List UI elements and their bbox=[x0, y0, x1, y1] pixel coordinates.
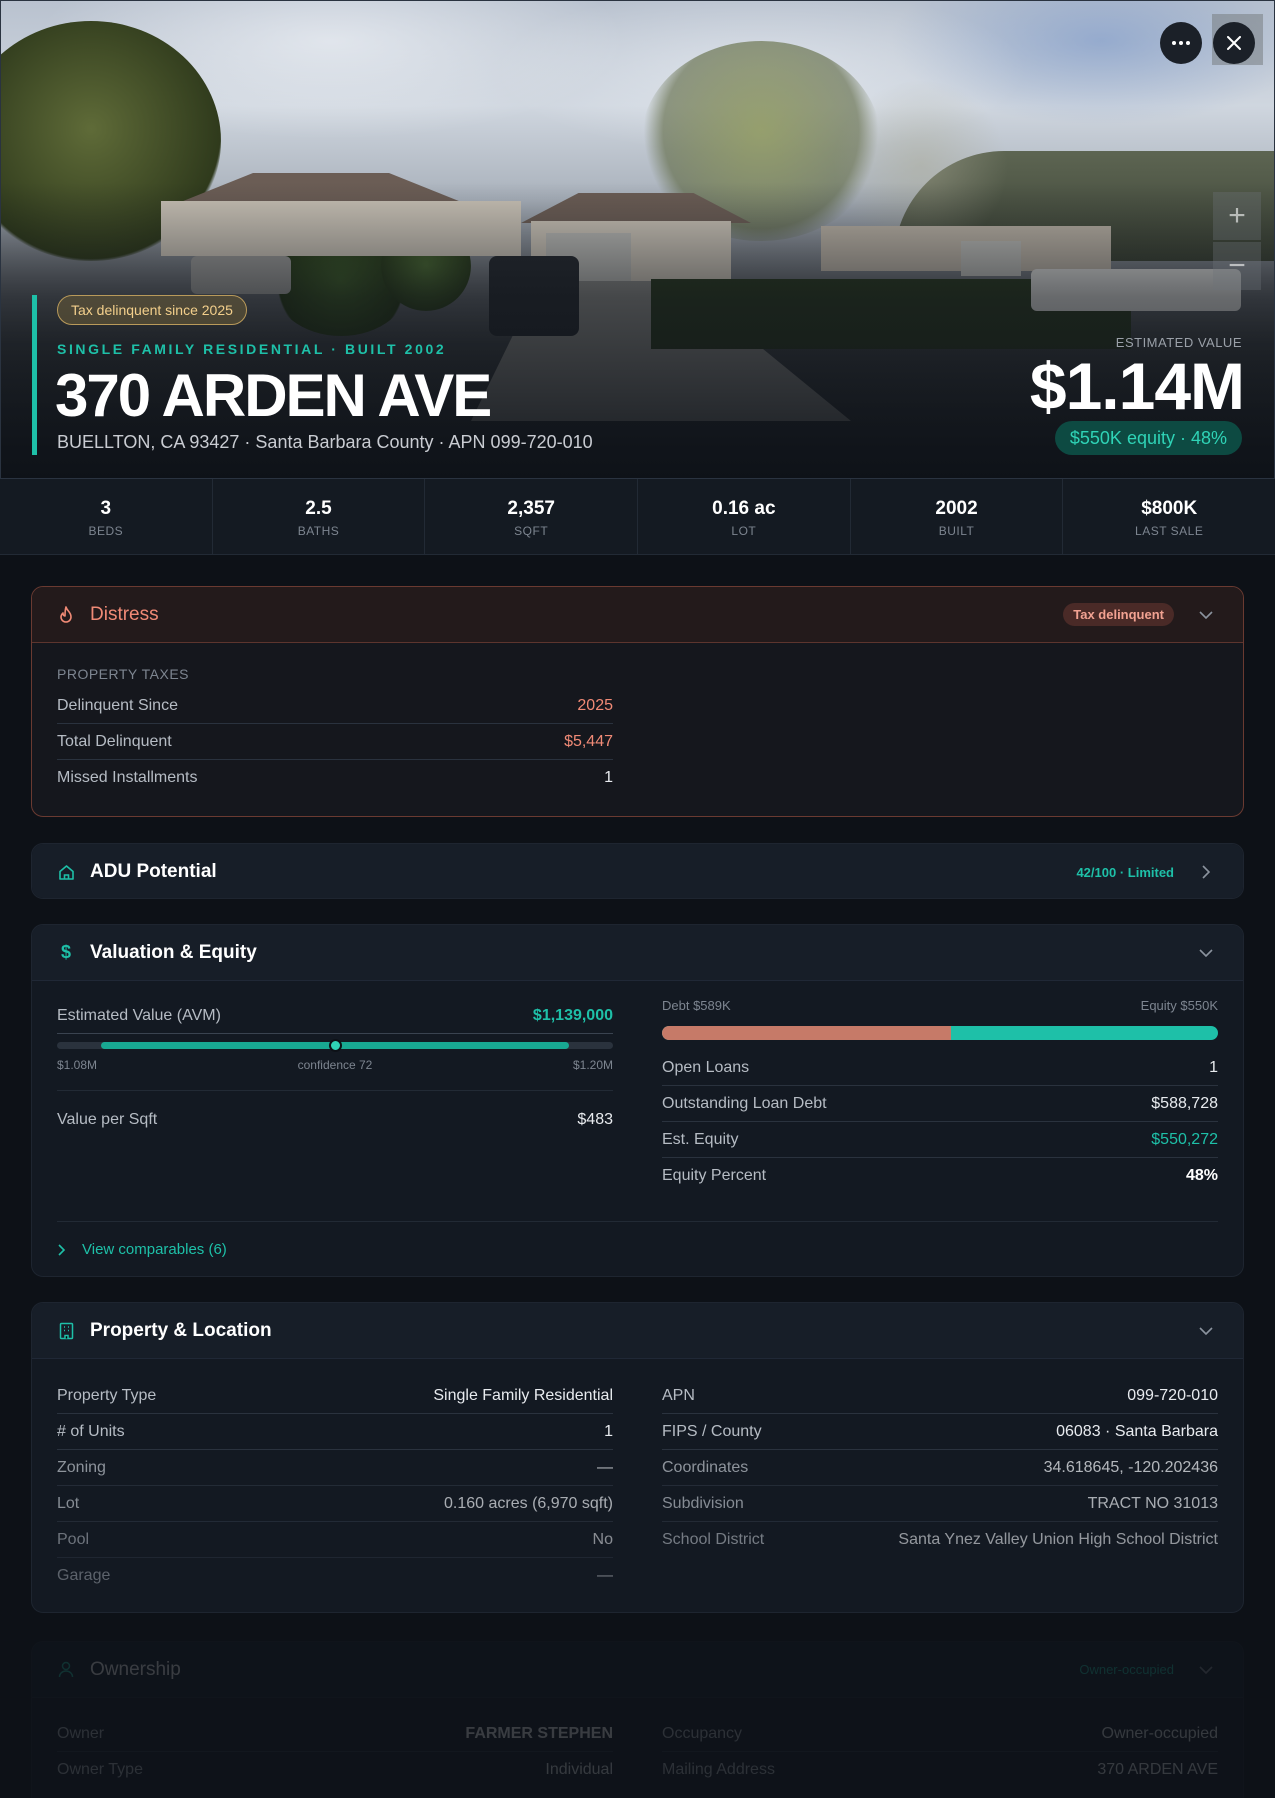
home-icon bbox=[57, 863, 75, 881]
table-row: Equity Percent 48% bbox=[662, 1167, 1218, 1184]
avm-high: $1.20M bbox=[572, 1058, 613, 1072]
distress-header[interactable]: Distress Tax delinquent bbox=[32, 587, 1243, 643]
tax-delinquent-status-badge: Tax delinquent bbox=[1063, 603, 1174, 626]
avm-row: Estimated Value (AVM) $1,139,000 bbox=[57, 998, 613, 1034]
property-taxes-section: PROPERTY TAXES Delinquent Since 2025 Tota… bbox=[57, 666, 613, 796]
flame-icon bbox=[57, 605, 75, 624]
property-right-list: APN 099-720-010 FIPS / County 06083 · Sant… bbox=[662, 1378, 1218, 1558]
table-row: Zoning — bbox=[57, 1450, 613, 1486]
section-label: PROPERTY TAXES bbox=[57, 666, 190, 682]
estimated-value: $1.14M bbox=[1029, 349, 1245, 423]
stat-built: 2002 BUILT bbox=[851, 479, 1064, 554]
equity-label: Equity $550K bbox=[1140, 998, 1218, 1013]
property-location-card: Property & Location Property Type Single … bbox=[31, 1302, 1244, 1613]
view-comparables-link[interactable]: View comparables (6) bbox=[58, 1241, 227, 1258]
stat-baths: 2.5 BATHS bbox=[213, 479, 426, 554]
chevron-down-icon[interactable] bbox=[1194, 941, 1218, 965]
distress-title: Distress bbox=[90, 603, 159, 625]
table-row: Subdivision TRACT NO 31013 bbox=[662, 1486, 1218, 1522]
ownership-card: Ownership Owner-occupied Owner FARMER STE… bbox=[31, 1641, 1244, 1798]
zoom-out-button[interactable]: − bbox=[1213, 242, 1261, 290]
table-row: Occupancy Owner-occupied bbox=[662, 1716, 1218, 1752]
property-header[interactable]: Property & Location bbox=[32, 1303, 1243, 1359]
table-row: Open Loans 1 bbox=[662, 1050, 1218, 1086]
valuation-equity-card: $ Valuation & Equity Estimated Value (AV… bbox=[31, 924, 1244, 1277]
user-icon bbox=[57, 1661, 75, 1679]
adu-potential-card[interactable]: ADU Potential 42/100 · Limited bbox=[31, 843, 1244, 899]
table-row: Pool No bbox=[57, 1522, 613, 1558]
table-row: Property Type Single Family Residential bbox=[57, 1378, 613, 1414]
stat-lot: 0.16 ac LOT bbox=[638, 479, 851, 554]
chevron-down-icon[interactable] bbox=[1194, 1319, 1218, 1343]
property-left-list: Property Type Single Family Residential #… bbox=[57, 1378, 613, 1594]
title-accent-bar bbox=[32, 295, 37, 455]
table-row: Delinquent Since 2025 bbox=[57, 688, 613, 724]
close-icon bbox=[1227, 36, 1241, 50]
more-options-button[interactable] bbox=[1160, 22, 1202, 64]
stat-sqft: 2,357 SQFT bbox=[425, 479, 639, 554]
table-row: Outstanding Loan Debt $588,728 bbox=[662, 1086, 1218, 1122]
property-stats-bar: 3 BEDS 2.5 BATHS 2,357 SQFT 0.16 ac LOT 2002… bbox=[0, 479, 1275, 555]
table-row: Coordinates 34.618645, -120.202436 bbox=[662, 1450, 1218, 1486]
ownership-title: Ownership bbox=[90, 1658, 181, 1680]
distress-card: Distress Tax delinquent PROPERTY TAXES D… bbox=[31, 586, 1244, 817]
table-row: # of Units 1 bbox=[57, 1414, 613, 1450]
close-button[interactable] bbox=[1213, 22, 1255, 64]
building-icon bbox=[57, 1322, 75, 1340]
table-row: Est. Equity $550,272 bbox=[662, 1122, 1218, 1158]
property-title-heading: Property & Location bbox=[90, 1319, 272, 1341]
debt-equity-bar bbox=[662, 1026, 1218, 1040]
ownership-header[interactable]: Ownership Owner-occupied bbox=[32, 1642, 1243, 1698]
adu-score: 42/100 · Limited bbox=[1076, 864, 1174, 880]
ownership-left-list: Owner FARMER STEPHEN Owner Type Individual bbox=[57, 1716, 613, 1788]
table-row: Mailing Address 370 ARDEN AVE bbox=[662, 1761, 1218, 1778]
owner-occupied-badge: Owner-occupied bbox=[1079, 1662, 1174, 1677]
table-row: Lot 0.160 acres (6,970 sqft) bbox=[57, 1486, 613, 1522]
property-photo-hero: + − Tax delinquent since 2025 SINGLE FAM… bbox=[0, 0, 1275, 479]
table-row: Owner Type Individual bbox=[57, 1761, 613, 1778]
valuation-header[interactable]: $ Valuation & Equity bbox=[32, 925, 1243, 981]
zoom-in-button[interactable]: + bbox=[1213, 192, 1261, 240]
avm-estimate-marker bbox=[328, 1039, 342, 1052]
debt-equity-section: Debt $589K Equity $550K Open Loans 1 Outs… bbox=[662, 998, 1218, 1184]
table-row: Missed Installments 1 bbox=[57, 769, 613, 786]
ownership-right-list: Occupancy Owner-occupied Mailing Address 3… bbox=[662, 1716, 1218, 1788]
avm-confidence: confidence 72 bbox=[297, 1058, 373, 1072]
table-row: Garage — bbox=[57, 1567, 613, 1584]
debt-label: Debt $589K bbox=[662, 998, 731, 1013]
property-address: BUELLTON, CA 93427 · Santa Barbara Count… bbox=[57, 432, 593, 452]
stat-beds: 3 BEDS bbox=[0, 479, 213, 554]
equity-pill: $550K equity · 48% bbox=[1054, 421, 1242, 455]
debt-fill bbox=[662, 1026, 952, 1040]
table-row: APN 099-720-010 bbox=[662, 1378, 1218, 1414]
valuation-title: Valuation & Equity bbox=[90, 941, 257, 963]
dollar-icon: $ bbox=[60, 942, 71, 962]
property-subtitle: SINGLE FAMILY RESIDENTIAL · BUILT 2002 bbox=[57, 341, 447, 357]
property-title: 370 ARDEN AVE bbox=[55, 362, 492, 429]
value-per-sqft-row: Value per Sqft $483 bbox=[57, 1111, 613, 1128]
table-row: School District Santa Ynez Valley Union H… bbox=[662, 1531, 1218, 1548]
tax-delinquent-badge: Tax delinquent since 2025 bbox=[57, 295, 247, 325]
chevron-right-icon bbox=[58, 1243, 66, 1256]
table-row: Owner FARMER STEPHEN bbox=[57, 1716, 613, 1752]
avm-confidence-range bbox=[57, 1039, 613, 1052]
chevron-down-icon[interactable] bbox=[1194, 1658, 1218, 1682]
equity-rows: Open Loans 1 Outstanding Loan Debt $588,72… bbox=[662, 1050, 1218, 1194]
table-row: Total Delinquent $5,447 bbox=[57, 724, 613, 760]
table-row: FIPS / County 06083 · Santa Barbara bbox=[662, 1414, 1218, 1450]
stat-last-sale: $800K LAST SALE bbox=[1135, 498, 1204, 538]
adu-header[interactable]: ADU Potential 42/100 · Limited bbox=[32, 844, 1243, 898]
more-icon bbox=[1172, 41, 1190, 45]
chevron-down-icon[interactable] bbox=[1194, 603, 1218, 627]
avm-section: Estimated Value (AVM) $1,139,000 $1.08M … bbox=[57, 998, 613, 1198]
chevron-right-icon[interactable] bbox=[1194, 860, 1218, 884]
adu-title: ADU Potential bbox=[90, 861, 217, 882]
